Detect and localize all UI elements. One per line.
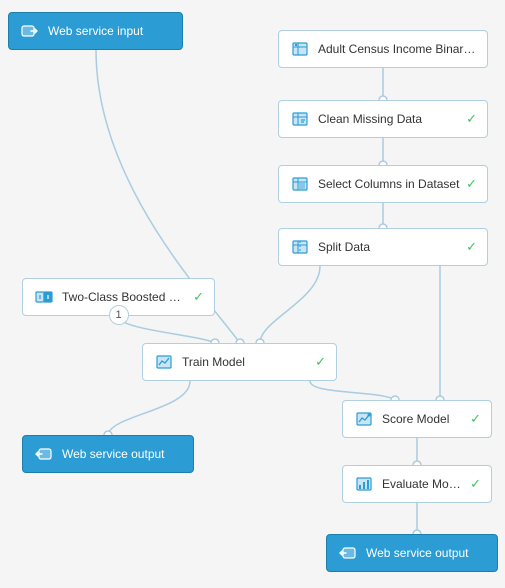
ws-output-right-icon [337, 542, 359, 564]
score-model-node[interactable]: Score Model ✓ [342, 400, 492, 438]
two-class-badge: 1 [109, 305, 129, 325]
two-class-node[interactable]: Two-Class Boosted Decision ... ✓ 1 [22, 278, 215, 316]
two-class-check: ✓ [193, 289, 204, 305]
clean-missing-icon [289, 108, 311, 130]
ws-output-left-icon [33, 443, 55, 465]
adult-census-label: Adult Census Income Binary ... [318, 42, 477, 56]
two-class-icon [33, 286, 55, 308]
train-model-label: Train Model [182, 355, 309, 369]
clean-missing-label: Clean Missing Data [318, 112, 460, 126]
train-model-check: ✓ [315, 354, 326, 370]
dataset-icon [289, 38, 311, 60]
ws-output-left-label: Web service output [62, 447, 183, 461]
evaluate-model-check: ✓ [470, 476, 481, 492]
select-columns-node[interactable]: Select Columns in Dataset ✓ [278, 165, 488, 203]
split-data-check: ✓ [466, 239, 477, 255]
ws-output-left-node[interactable]: Web service output [22, 435, 194, 473]
train-model-node[interactable]: Train Model ✓ [142, 343, 337, 381]
ws-output-right-label: Web service output [366, 546, 487, 560]
score-model-icon [353, 408, 375, 430]
score-model-label: Score Model [382, 412, 464, 426]
ws-input-icon [19, 20, 41, 42]
clean-missing-node[interactable]: Clean Missing Data ✓ [278, 100, 488, 138]
adult-census-node[interactable]: Adult Census Income Binary ... [278, 30, 488, 68]
evaluate-model-label: Evaluate Model [382, 477, 464, 491]
ws-input-label: Web service input [48, 24, 172, 38]
ws-input-node[interactable]: Web service input [8, 12, 183, 50]
train-model-icon [153, 351, 175, 373]
clean-missing-check: ✓ [466, 111, 477, 127]
evaluate-model-icon [353, 473, 375, 495]
score-model-check: ✓ [470, 411, 481, 427]
select-columns-icon [289, 173, 311, 195]
split-data-icon [289, 236, 311, 258]
two-class-label: Two-Class Boosted Decision ... [62, 290, 187, 304]
evaluate-model-node[interactable]: Evaluate Model ✓ [342, 465, 492, 503]
ws-output-right-node[interactable]: Web service output [326, 534, 498, 572]
select-columns-label: Select Columns in Dataset [318, 177, 460, 191]
split-data-label: Split Data [318, 240, 460, 254]
workflow-canvas: Web service input Adult Census Income Bi… [0, 0, 505, 588]
select-columns-check: ✓ [466, 176, 477, 192]
split-data-node[interactable]: Split Data ✓ [278, 228, 488, 266]
